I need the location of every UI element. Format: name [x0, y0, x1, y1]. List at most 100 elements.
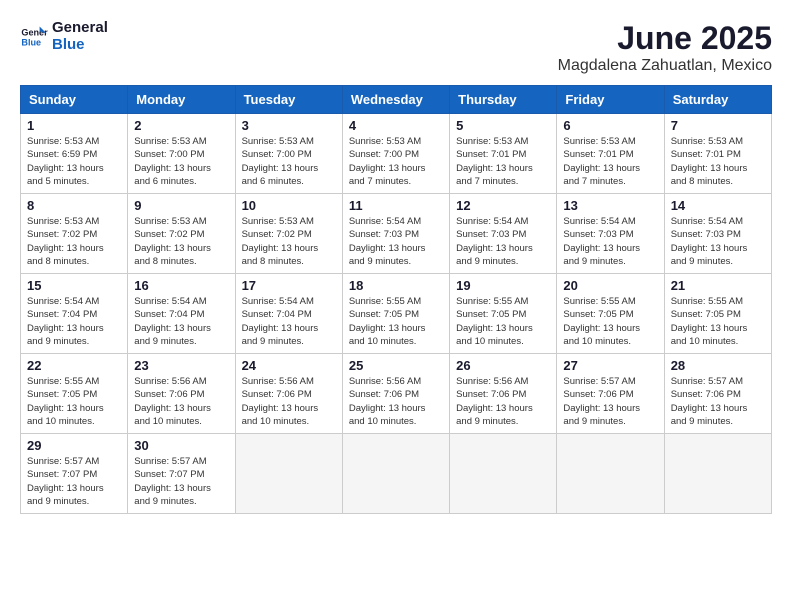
week-row-5: 29 Sunrise: 5:57 AMSunset: 7:07 PMDayligh…: [21, 434, 772, 514]
day-info: Sunrise: 5:53 AMSunset: 7:01 PMDaylight:…: [456, 135, 550, 188]
day-number: 29: [27, 438, 121, 453]
day-info: Sunrise: 5:53 AMSunset: 7:00 PMDaylight:…: [134, 135, 228, 188]
day-number: 3: [242, 118, 336, 133]
day-info: Sunrise: 5:54 AMSunset: 7:03 PMDaylight:…: [671, 215, 765, 268]
day-number: 2: [134, 118, 228, 133]
day-info: Sunrise: 5:55 AMSunset: 7:05 PMDaylight:…: [456, 295, 550, 348]
day-info: Sunrise: 5:54 AMSunset: 7:04 PMDaylight:…: [27, 295, 121, 348]
day-info: Sunrise: 5:56 AMSunset: 7:06 PMDaylight:…: [134, 375, 228, 428]
day-info: Sunrise: 5:53 AMSunset: 7:02 PMDaylight:…: [134, 215, 228, 268]
day-info: Sunrise: 5:57 AMSunset: 7:06 PMDaylight:…: [563, 375, 657, 428]
day-info: Sunrise: 5:53 AMSunset: 7:01 PMDaylight:…: [671, 135, 765, 188]
day-info: Sunrise: 5:54 AMSunset: 7:04 PMDaylight:…: [242, 295, 336, 348]
day-cell: 27 Sunrise: 5:57 AMSunset: 7:06 PMDayligh…: [557, 354, 664, 434]
day-number: 7: [671, 118, 765, 133]
day-info: Sunrise: 5:57 AMSunset: 7:07 PMDaylight:…: [134, 455, 228, 508]
day-info: Sunrise: 5:53 AMSunset: 7:02 PMDaylight:…: [242, 215, 336, 268]
day-number: 1: [27, 118, 121, 133]
day-info: Sunrise: 5:55 AMSunset: 7:05 PMDaylight:…: [563, 295, 657, 348]
day-info: Sunrise: 5:54 AMSunset: 7:03 PMDaylight:…: [456, 215, 550, 268]
header: General Blue General Blue June 2025 Magd…: [20, 20, 772, 75]
day-cell: 24Sunrise: 5:56 AMSunset: 7:06 PMDayligh…: [235, 354, 342, 434]
weekday-header-wednesday: Wednesday: [342, 86, 449, 114]
day-info: Sunrise: 5:56 AMSunset: 7:06 PMDaylight:…: [456, 375, 550, 428]
day-info: Sunrise: 5:57 AMSunset: 7:06 PMDaylight:…: [671, 375, 765, 428]
logo: General Blue General Blue: [20, 20, 108, 53]
day-cell: 29 Sunrise: 5:57 AMSunset: 7:07 PMDayligh…: [21, 434, 128, 514]
day-cell: 13Sunrise: 5:54 AMSunset: 7:03 PMDayligh…: [557, 194, 664, 274]
day-cell: [450, 434, 557, 514]
day-number: 19: [456, 278, 550, 293]
day-cell: 7 Sunrise: 5:53 AMSunset: 7:01 PMDaylight…: [664, 114, 771, 194]
weekday-header-row: SundayMondayTuesdayWednesdayThursdayFrid…: [21, 86, 772, 114]
day-number: 5: [456, 118, 550, 133]
day-info: Sunrise: 5:53 AMSunset: 7:02 PMDaylight:…: [27, 215, 121, 268]
week-row-2: 8 Sunrise: 5:53 AMSunset: 7:02 PMDaylight…: [21, 194, 772, 274]
day-cell: 16Sunrise: 5:54 AMSunset: 7:04 PMDayligh…: [128, 274, 235, 354]
day-cell: 19 Sunrise: 5:55 AMSunset: 7:05 PMDayligh…: [450, 274, 557, 354]
weekday-header-sunday: Sunday: [21, 86, 128, 114]
day-cell: 28 Sunrise: 5:57 AMSunset: 7:06 PMDayligh…: [664, 354, 771, 434]
weekday-header-tuesday: Tuesday: [235, 86, 342, 114]
day-number: 28: [671, 358, 765, 373]
day-info: Sunrise: 5:56 AMSunset: 7:06 PMDaylight:…: [349, 375, 443, 428]
day-number: 22: [27, 358, 121, 373]
day-number: 12: [456, 198, 550, 213]
day-cell: [557, 434, 664, 514]
day-info: Sunrise: 5:56 AMSunset: 7:06 PMDaylight:…: [242, 375, 336, 428]
day-cell: [342, 434, 449, 514]
day-info: Sunrise: 5:53 AMSunset: 7:00 PMDaylight:…: [349, 135, 443, 188]
weekday-header-thursday: Thursday: [450, 86, 557, 114]
calendar: SundayMondayTuesdayWednesdayThursdayFrid…: [20, 85, 772, 514]
day-cell: 4 Sunrise: 5:53 AMSunset: 7:00 PMDaylight…: [342, 114, 449, 194]
week-row-1: 1Sunrise: 5:53 AMSunset: 6:59 PMDaylight…: [21, 114, 772, 194]
logo-line1: General: [52, 20, 108, 37]
day-number: 25: [349, 358, 443, 373]
day-number: 4: [349, 118, 443, 133]
day-number: 9: [134, 198, 228, 213]
day-cell: 20Sunrise: 5:55 AMSunset: 7:05 PMDayligh…: [557, 274, 664, 354]
logo-line2: Blue: [52, 37, 108, 54]
day-cell: [235, 434, 342, 514]
day-number: 27: [563, 358, 657, 373]
day-cell: 15 Sunrise: 5:54 AMSunset: 7:04 PMDayligh…: [21, 274, 128, 354]
day-info: Sunrise: 5:53 AMSunset: 7:01 PMDaylight:…: [563, 135, 657, 188]
week-row-3: 15 Sunrise: 5:54 AMSunset: 7:04 PMDayligh…: [21, 274, 772, 354]
day-number: 11: [349, 198, 443, 213]
day-cell: 25 Sunrise: 5:56 AMSunset: 7:06 PMDayligh…: [342, 354, 449, 434]
day-cell: 1Sunrise: 5:53 AMSunset: 6:59 PMDaylight…: [21, 114, 128, 194]
day-number: 30: [134, 438, 228, 453]
day-number: 14: [671, 198, 765, 213]
day-number: 8: [27, 198, 121, 213]
day-cell: 23 Sunrise: 5:56 AMSunset: 7:06 PMDayligh…: [128, 354, 235, 434]
day-number: 16: [134, 278, 228, 293]
day-number: 18: [349, 278, 443, 293]
day-cell: [664, 434, 771, 514]
day-cell: 8 Sunrise: 5:53 AMSunset: 7:02 PMDaylight…: [21, 194, 128, 274]
week-row-4: 22 Sunrise: 5:55 AMSunset: 7:05 PMDayligh…: [21, 354, 772, 434]
day-info: Sunrise: 5:55 AMSunset: 7:05 PMDaylight:…: [27, 375, 121, 428]
day-cell: 30 Sunrise: 5:57 AMSunset: 7:07 PMDayligh…: [128, 434, 235, 514]
day-cell: 18 Sunrise: 5:55 AMSunset: 7:05 PMDayligh…: [342, 274, 449, 354]
day-cell: 6 Sunrise: 5:53 AMSunset: 7:01 PMDaylight…: [557, 114, 664, 194]
day-number: 23: [134, 358, 228, 373]
day-number: 10: [242, 198, 336, 213]
day-cell: 26Sunrise: 5:56 AMSunset: 7:06 PMDayligh…: [450, 354, 557, 434]
day-cell: 12 Sunrise: 5:54 AMSunset: 7:03 PMDayligh…: [450, 194, 557, 274]
day-cell: 11Sunrise: 5:54 AMSunset: 7:03 PMDayligh…: [342, 194, 449, 274]
day-number: 15: [27, 278, 121, 293]
day-info: Sunrise: 5:57 AMSunset: 7:07 PMDaylight:…: [27, 455, 121, 508]
day-number: 21: [671, 278, 765, 293]
day-number: 6: [563, 118, 657, 133]
day-info: Sunrise: 5:53 AMSunset: 7:00 PMDaylight:…: [242, 135, 336, 188]
weekday-header-saturday: Saturday: [664, 86, 771, 114]
day-cell: 3 Sunrise: 5:53 AMSunset: 7:00 PMDaylight…: [235, 114, 342, 194]
day-cell: 5 Sunrise: 5:53 AMSunset: 7:01 PMDaylight…: [450, 114, 557, 194]
weekday-header-monday: Monday: [128, 86, 235, 114]
day-cell: 17Sunrise: 5:54 AMSunset: 7:04 PMDayligh…: [235, 274, 342, 354]
month-title: June 2025: [558, 20, 772, 57]
day-number: 13: [563, 198, 657, 213]
day-info: Sunrise: 5:55 AMSunset: 7:05 PMDaylight:…: [349, 295, 443, 348]
svg-text:Blue: Blue: [21, 37, 41, 47]
day-cell: 21Sunrise: 5:55 AMSunset: 7:05 PMDayligh…: [664, 274, 771, 354]
